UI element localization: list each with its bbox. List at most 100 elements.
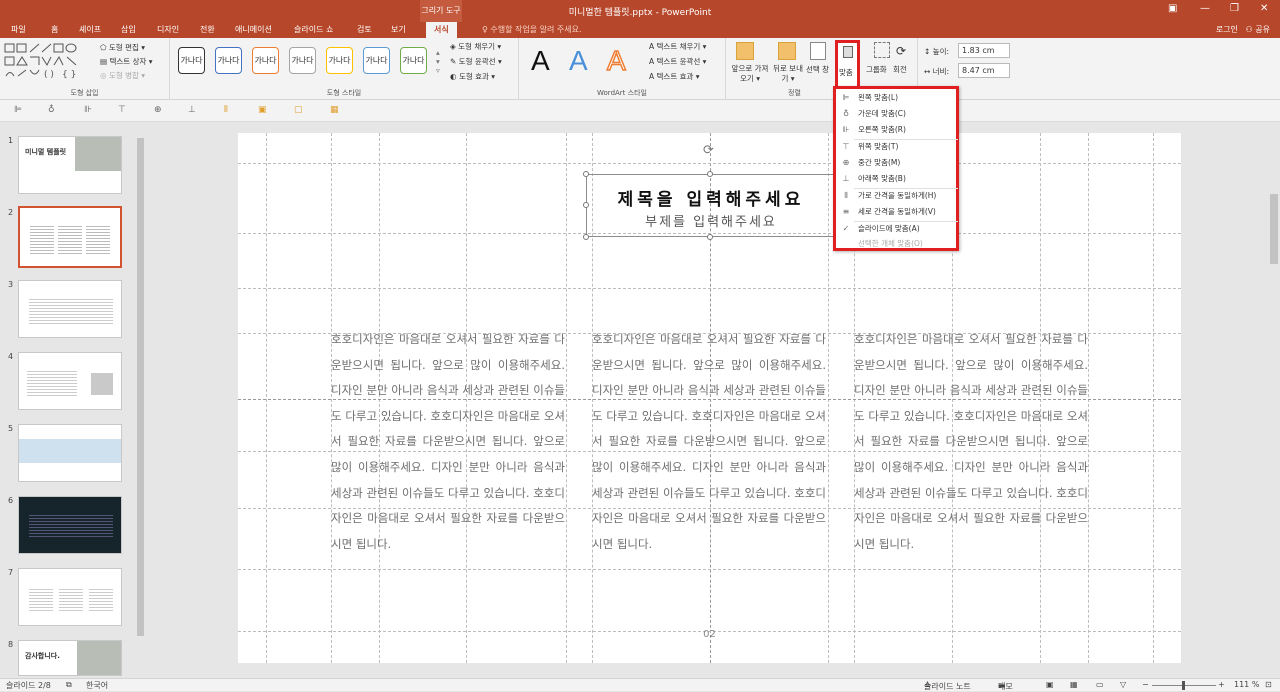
text-box-button[interactable]: ▤ 텍스트 상자 ▾ [100, 56, 153, 67]
resize-handle[interactable] [583, 202, 589, 208]
distribute-horizontal-icon[interactable]: ⫴ [224, 105, 234, 115]
shape-style-5[interactable]: 가나다 [326, 47, 353, 74]
reading-view-icon[interactable]: ▭ [1096, 680, 1104, 689]
zoom-level[interactable]: 111 % [1234, 680, 1259, 689]
slide-title[interactable]: 제목을 입력해주세요 [587, 185, 835, 210]
tab-shape[interactable]: 셰이프 [79, 24, 101, 35]
zoom-in-icon[interactable]: + [1218, 680, 1225, 689]
bring-forward-button[interactable]: 앞으로 가져오기 ▾ [730, 64, 770, 84]
tab-home[interactable]: 홈 [51, 24, 58, 35]
selection-pane-button[interactable]: 선택 창 [806, 64, 829, 75]
menu-align-right[interactable]: ⊪ 오른쪽 맞춤(R) [838, 122, 956, 138]
rotate-button[interactable]: 회전 [893, 64, 907, 75]
align-button[interactable]: 맞춤 [835, 40, 860, 90]
close-icon[interactable]: ✕ [1260, 3, 1268, 14]
slideshow-icon[interactable]: ▽ [1120, 680, 1126, 689]
tab-design[interactable]: 디자인 [157, 24, 179, 35]
shape-outline-button[interactable]: ✎ 도형 윤곽선 ▾ [450, 56, 502, 67]
edit-shape-button[interactable]: ⬠ 도형 편집 ▾ [100, 42, 145, 53]
send-to-back-icon[interactable]: ▢ [294, 105, 304, 115]
menu-align-left[interactable]: ⊫ 왼쪽 맞춤(L) [838, 90, 956, 106]
menu-distribute-horizontally[interactable]: ⫴ 가로 간격을 동일하게(H) [838, 188, 956, 204]
share-button[interactable]: 공유 [1255, 25, 1270, 34]
thumbnail-scrollbar[interactable] [136, 124, 145, 678]
resize-handle[interactable] [583, 234, 589, 240]
minimize-icon[interactable]: — [1200, 3, 1210, 14]
menu-distribute-vertically[interactable]: ≡ 세로 간격을 동일하게(V) [838, 204, 956, 220]
resize-handle[interactable] [583, 171, 589, 177]
normal-view-icon[interactable]: ▣ [1046, 680, 1054, 689]
merge-shapes-button[interactable]: ◎ 도형 병합 ▾ [100, 70, 145, 81]
gallery-scroll-icon[interactable]: ▴ ▾ ▿ [436, 48, 440, 75]
slide-thumbnail-2[interactable] [18, 206, 122, 268]
resize-handle[interactable] [707, 234, 713, 240]
shape-style-6[interactable]: 가나다 [363, 47, 390, 74]
tab-insert[interactable]: 삽입 [121, 24, 136, 35]
text-effects-button[interactable]: A 텍스트 효과 ▾ [649, 71, 700, 82]
tab-format[interactable]: 서식 [426, 22, 457, 38]
shape-fill-button[interactable]: ◈ 도형 채우기 ▾ [450, 41, 501, 52]
tab-animations[interactable]: 애니메이션 [235, 24, 272, 35]
resize-handle[interactable] [707, 171, 713, 177]
slide-canvas[interactable]: 제목을 입력해주세요 부제를 입력해주세요 ⟳ 호호디자인은 마음대로 오셔서 … [238, 133, 1181, 663]
send-backward-button[interactable]: 뒤로 보내기 ▾ [770, 64, 806, 84]
width-input[interactable]: 8.47 cm [958, 63, 1010, 78]
zoom-out-icon[interactable]: − [1142, 680, 1149, 689]
shape-effects-button[interactable]: ◐ 도형 효과 ▾ [450, 71, 495, 82]
rotation-handle-icon[interactable]: ⟳ [703, 143, 714, 158]
menu-align-bottom[interactable]: ⊥ 아래쪽 맞춤(B) [838, 171, 956, 187]
title-placeholder[interactable]: 제목을 입력해주세요 부제를 입력해주세요 [586, 174, 834, 237]
group-button[interactable]: 그룹화 [866, 64, 887, 75]
tab-view[interactable]: 보기 [391, 24, 406, 35]
restore-icon[interactable]: ❐ [1230, 3, 1239, 14]
ribbon-display-icon[interactable]: ▣ [1168, 3, 1177, 14]
menu-align-to-slide[interactable]: ✓ 슬라이드에 맞춤(A) [838, 221, 956, 237]
zoom-slider-thumb[interactable] [1182, 681, 1185, 690]
group-objects-icon[interactable]: ▦ [330, 105, 340, 115]
menu-align-center[interactable]: ♁ 가운데 맞춤(C) [838, 106, 956, 122]
wordart-style-3[interactable]: A [606, 45, 626, 77]
menu-align-selected-objects[interactable]: 선택한 개체 맞춤(O) [838, 236, 956, 252]
align-left-icon[interactable]: ⊫ [14, 105, 24, 115]
shape-style-4[interactable]: 가나다 [289, 47, 316, 74]
slide-thumbnail-3[interactable] [18, 280, 122, 338]
menu-align-middle[interactable]: ⊕ 중간 맞춤(M) [838, 155, 956, 171]
text-outline-button[interactable]: A 텍스트 윤곽선 ▾ [649, 56, 706, 67]
slide-thumbnail-5[interactable] [18, 424, 122, 482]
slide-thumbnail-7[interactable] [18, 568, 122, 626]
shape-style-7[interactable]: 가나다 [400, 47, 427, 74]
login-link[interactable]: 로그인 [1216, 25, 1238, 34]
wordart-style-2[interactable]: A [569, 46, 588, 76]
body-text-column-3[interactable]: 호호디자인은 마음대로 오셔서 필요한 자료를 다운받으시면 됩니다. 앞으로 … [854, 327, 1088, 557]
spellcheck-icon[interactable]: ⧉ [66, 680, 72, 690]
align-middle-icon[interactable]: ⊕ [154, 105, 164, 115]
shapes-gallery[interactable]: ( ) { } [4, 43, 86, 79]
shape-style-3[interactable]: 가나다 [252, 47, 279, 74]
slide-sorter-icon[interactable]: ▦ [1070, 680, 1078, 689]
language-indicator[interactable]: 한국어 [86, 680, 108, 691]
slide-thumbnail-4[interactable] [18, 352, 122, 410]
slide-thumbnail-8[interactable]: 감사합니다. [18, 640, 122, 676]
text-fill-button[interactable]: A 텍스트 채우기 ▾ [649, 41, 706, 52]
bring-to-front-icon[interactable]: ▣ [258, 105, 268, 115]
tab-transitions[interactable]: 전환 [200, 24, 215, 35]
tab-file[interactable]: 파일 [11, 24, 26, 35]
align-center-icon[interactable]: ♁ [48, 105, 58, 115]
slide-thumbnail-1[interactable]: 미니멀 템플릿 [18, 136, 122, 194]
slide-thumbnail-6[interactable] [18, 496, 122, 554]
tell-me-search[interactable]: ♀ 수행할 작업을 알려 주세요. [482, 24, 582, 35]
menu-align-top[interactable]: ⊤ 위쪽 맞춤(T) [838, 139, 956, 155]
shape-style-1[interactable]: 가나다 [178, 47, 205, 74]
align-bottom-icon[interactable]: ⊥ [188, 105, 198, 115]
shape-style-2[interactable]: 가나다 [215, 47, 242, 74]
height-input[interactable]: 1.83 cm [958, 43, 1010, 58]
align-right-icon[interactable]: ⊪ [84, 105, 94, 115]
slide-scrollbar[interactable] [1268, 122, 1280, 678]
slide-subtitle[interactable]: 부제를 입력해주세요 [587, 211, 835, 230]
tab-review[interactable]: 검토 [357, 24, 372, 35]
align-top-icon[interactable]: ⊤ [118, 105, 128, 115]
body-text-column-1[interactable]: 호호디자인은 마음대로 오셔서 필요한 자료를 다운받으시면 됩니다. 앞으로 … [331, 327, 565, 557]
body-text-column-2[interactable]: 호호디자인은 마음대로 오셔서 필요한 자료를 다운받으시면 됩니다. 앞으로 … [592, 327, 826, 557]
wordart-style-1[interactable]: A [531, 46, 550, 76]
fit-to-window-icon[interactable]: ⊡ [1265, 680, 1272, 689]
